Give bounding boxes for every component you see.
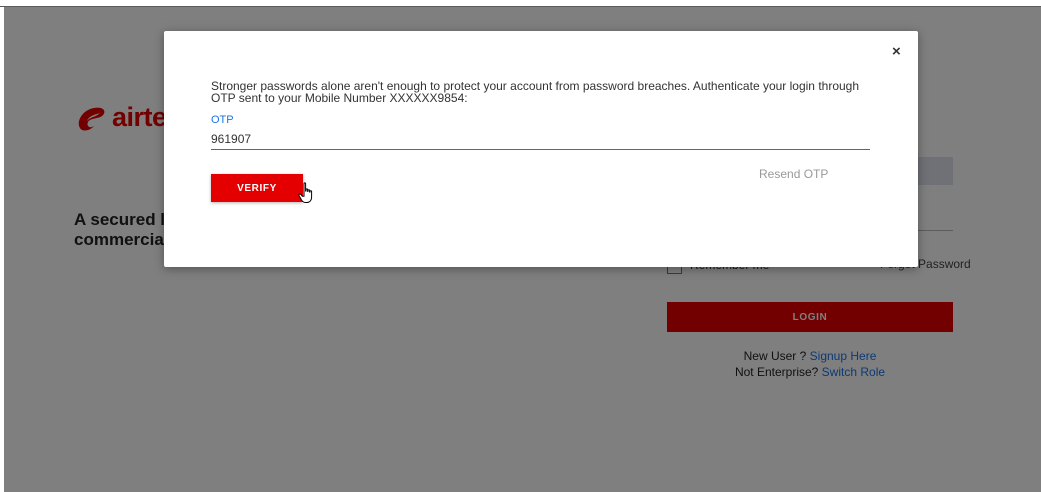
close-icon[interactable]: × [892,43,901,60]
otp-message: Stronger passwords alone aren't enough t… [211,79,860,105]
otp-input[interactable] [211,129,870,150]
otp-label: OTP [211,114,234,126]
otp-dialog: × Stronger passwords alone aren't enough… [164,31,918,267]
top-border [0,6,1041,7]
resend-otp-link[interactable]: Resend OTP [759,167,828,181]
hand-cursor-icon [298,182,313,203]
verify-button[interactable]: VERIFY [211,174,303,202]
